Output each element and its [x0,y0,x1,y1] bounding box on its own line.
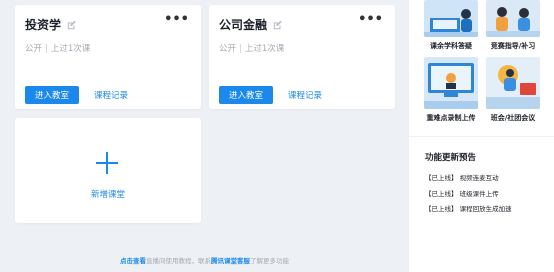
edit-icon[interactable] [66,20,76,30]
more-options-icon[interactable]: ••• [164,13,189,26]
main-area: 投资学 ••• 公开 | 上过1次课 进入教室 课程记录 公司金融 ••• 公开 | 上… [0,0,409,272]
visibility-label: 公开 [25,44,43,54]
course-card: 投资学 ••• 公开 | 上过1次课 进入教室 课程记录 [15,5,201,109]
update-item[interactable]: 【已上线】 课程回放生成加速 [425,203,512,213]
update-item[interactable]: 【已上线】 班级课件上传 [425,188,499,198]
coaching-illustration [486,0,540,37]
add-course-label: 新增课堂 [90,190,125,200]
add-course-card[interactable]: 新增课堂 [15,118,201,223]
course-records-link[interactable]: 课程记录 [288,89,322,101]
course-title-text: 公司金融 [219,18,268,32]
feature-recording[interactable]: 重难点录制上传 [424,57,478,123]
recording-illustration [424,57,478,109]
updates-title: 功能更新预告 [425,153,477,163]
course-title: 公司金融 [219,16,282,33]
course-meta: 公开 | 上过1次课 [219,44,285,54]
course-card: 公司金融 ••• 公开 | 上过1次课 进入教室 课程记录 [209,5,395,109]
feature-caption: 班会/社团会议 [490,114,536,122]
update-item[interactable]: 【已上线】 视频连麦互动 [425,172,499,182]
customer-service-link[interactable]: 腾讯课堂客服 [211,257,250,265]
edit-icon[interactable] [272,20,282,30]
view-tutorial-link[interactable]: 点击查看 [120,257,146,265]
visibility-label: 公开 [219,44,237,54]
plus-icon [96,152,118,174]
feature-coaching[interactable]: 竞赛指导/补习 [486,0,540,51]
meeting-illustration [486,57,540,109]
feature-caption: 课余学科答疑 [430,42,472,50]
footer-text-2: 了解更多功能 [250,257,289,265]
footer-note: 点击查看直播间使用教程，联系腾讯课堂客服了解更多功能 [0,255,409,265]
course-title-text: 投资学 [25,18,62,32]
feature-caption: 竞赛指导/补习 [490,42,536,50]
feature-meeting[interactable]: 班会/社团会议 [486,57,540,123]
more-options-icon[interactable]: ••• [358,13,383,26]
course-title: 投资学 [25,16,76,33]
course-records-link[interactable]: 课程记录 [94,89,128,101]
enter-classroom-button[interactable]: 进入教室 [219,86,273,104]
last-class-label: 上过1次课 [244,44,285,54]
tutoring-illustration [424,0,478,37]
sidebar-divider [409,136,554,137]
course-meta: 公开 | 上过1次课 [25,44,91,54]
feature-tutoring[interactable]: 课余学科答疑 [424,0,478,51]
feature-caption: 重难点录制上传 [426,114,476,122]
footer-text-1: 直播间使用教程，联系 [146,257,211,265]
enter-classroom-button[interactable]: 进入教室 [25,86,79,104]
last-class-label: 上过1次课 [50,44,91,54]
